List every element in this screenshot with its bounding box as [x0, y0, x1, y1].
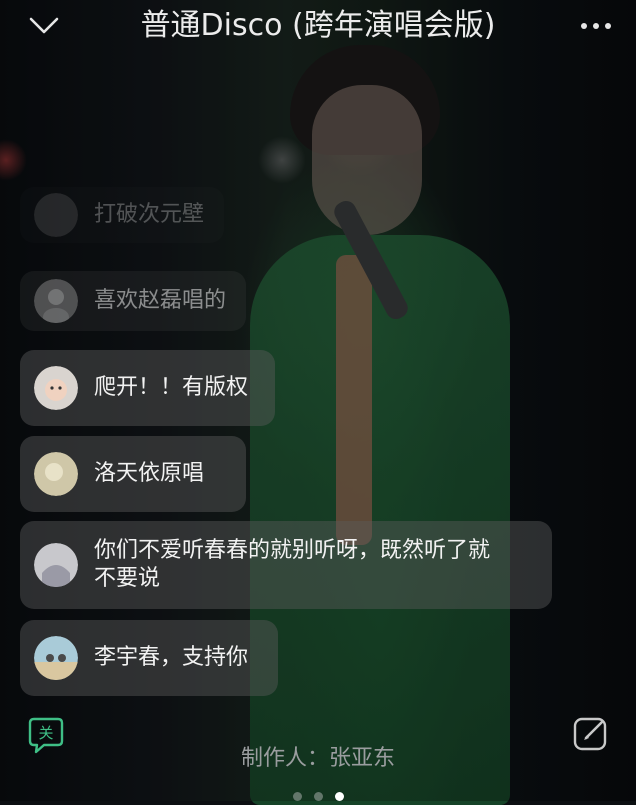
- edit-icon: [573, 717, 607, 751]
- comment-bubble[interactable]: 李宇春，支持你: [20, 620, 278, 696]
- comment-stream: 打破次元壁 喜欢赵磊唱的 爬开！！有版权 洛天依原唱 你们不爱听春春的就别听呀，…: [0, 0, 636, 801]
- comment-bubble[interactable]: 你们不爱听春春的就别听呀，既然听了就 不要说: [20, 521, 552, 609]
- comment-text: 李宇春，支持你: [94, 645, 249, 670]
- page-dot[interactable]: [313, 792, 323, 801]
- comment-text: 喜欢赵磊唱的: [94, 288, 227, 313]
- comment-text-line1: 你们不爱听春春的就别听呀，既然听了就: [94, 538, 491, 563]
- producer-credit: 制作人：张亚东: [0, 744, 636, 774]
- producer-name[interactable]: 张亚东: [329, 746, 395, 771]
- avatar: [34, 636, 78, 680]
- comment-text: 你们不爱听春春的就别听呀，既然听了就 不要说: [94, 537, 490, 593]
- comment-bubble[interactable]: 爬开！！有版权: [20, 350, 275, 426]
- page-dot-active[interactable]: [334, 792, 344, 801]
- comment-bubble[interactable]: 打破次元壁: [20, 187, 225, 243]
- avatar: [34, 452, 78, 496]
- avatar: [34, 366, 78, 410]
- comment-text: 爬开！！有版权: [94, 375, 249, 400]
- comment-bubble[interactable]: 洛天依原唱: [20, 436, 246, 512]
- avatar: [34, 279, 78, 323]
- page-indicator: [0, 792, 636, 801]
- comment-bubble[interactable]: 喜欢赵磊唱的: [20, 271, 247, 331]
- comment-text-line2: 不要说: [94, 566, 161, 591]
- comment-text: 打破次元壁: [94, 202, 205, 227]
- avatar: [34, 193, 78, 237]
- write-comment-button[interactable]: [572, 714, 610, 752]
- bottom-bar: 关 制作人：张亚东: [0, 700, 636, 801]
- page-dot[interactable]: [292, 792, 302, 801]
- comment-text: 洛天依原唱: [94, 461, 205, 486]
- credit-label: 制作人：: [240, 746, 329, 771]
- follow-label: 关: [38, 724, 53, 742]
- avatar: [34, 543, 78, 587]
